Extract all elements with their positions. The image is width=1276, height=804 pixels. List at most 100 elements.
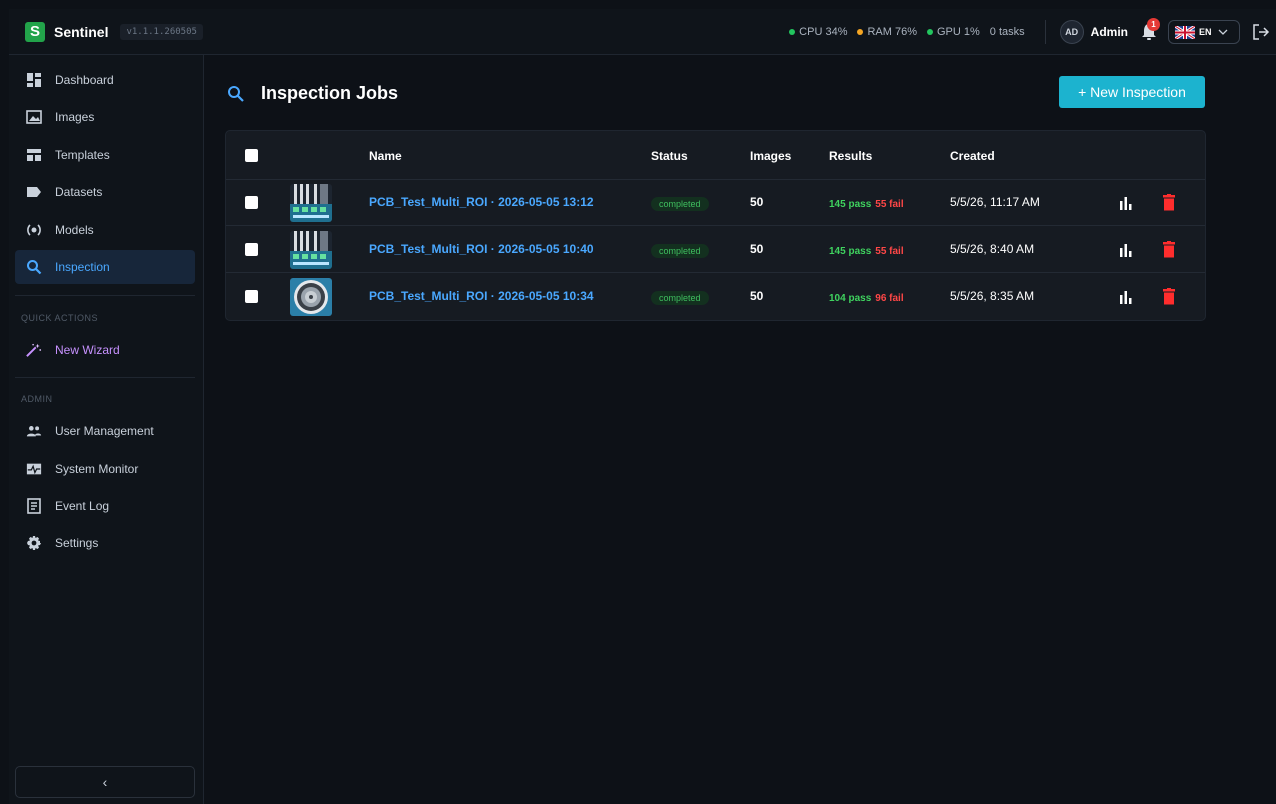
sidebar-item-new-wizard[interactable]: New Wizard (15, 333, 195, 367)
page-title: Inspection Jobs (227, 83, 398, 104)
column-header-created[interactable]: Created (950, 149, 995, 163)
table-row[interactable]: PCB_Test_Multi_ROI · 2026-05-05 13:12 co… (226, 180, 1205, 226)
tasks-count: 0 tasks (989, 26, 1025, 38)
gpu-status-dot (927, 29, 933, 35)
new-inspection-button[interactable]: + New Inspection (1059, 76, 1205, 108)
column-header-name[interactable]: Name (369, 149, 402, 163)
fail-count: 96 fail (875, 293, 904, 304)
images-count: 50 (750, 289, 764, 303)
view-results-button[interactable] (1119, 289, 1133, 305)
view-results-button[interactable] (1119, 195, 1133, 211)
sidebar-item-label: Datasets (55, 185, 103, 199)
chevron-left-icon: ‹ (102, 774, 108, 790)
cpu-status-dot (789, 29, 796, 35)
job-thumbnail (290, 278, 332, 316)
trash-icon (1163, 241, 1175, 258)
table-row[interactable]: PCB_Test_Multi_ROI · 2026-05-05 10:34 co… (226, 274, 1205, 320)
sidebar-item-images[interactable]: Images (15, 100, 195, 134)
sidebar-item-system-monitor[interactable]: System Monitor (15, 452, 195, 486)
page-title-text: Inspection Jobs (261, 83, 399, 103)
status-badge: completed (651, 291, 709, 305)
app-name: Sentinel (54, 23, 109, 40)
ram-status-dot (857, 29, 864, 35)
notification-badge: 1 (1147, 18, 1160, 31)
dashboard-icon (26, 72, 42, 88)
created-date: 5/5/26, 11:17 AM (950, 195, 1040, 209)
app-logo[interactable]: S (25, 21, 45, 42)
chevron-down-icon (1218, 29, 1227, 35)
sidebar-item-settings[interactable]: Settings (15, 526, 195, 560)
row-checkbox[interactable] (245, 243, 258, 256)
job-name-link[interactable]: PCB_Test_Multi_ROI · 2026-05-05 13:12 (369, 195, 594, 209)
delete-button[interactable] (1163, 194, 1177, 211)
divider (1044, 20, 1046, 44)
users-icon (26, 423, 42, 439)
pass-count: 145 pass (829, 246, 872, 257)
language-code: EN (1199, 27, 1212, 37)
language-select[interactable]: EN (1168, 20, 1240, 44)
row-checkbox[interactable] (245, 196, 258, 209)
sidebar-item-label: Dashboard (55, 73, 114, 87)
divider (15, 295, 195, 296)
gear-icon (26, 535, 42, 551)
job-thumbnail (290, 184, 332, 222)
table-header: Name Status Images Results Created (226, 131, 1205, 180)
bar-chart-icon (1120, 244, 1132, 257)
sidebar-item-label: Inspection (55, 260, 110, 274)
job-name-link[interactable]: PCB_Test_Multi_ROI · 2026-05-05 10:40 (369, 242, 594, 256)
column-header-results[interactable]: Results (829, 149, 872, 163)
column-header-status[interactable]: Status (651, 149, 688, 163)
cpu-stat: CPU 34% (789, 26, 847, 38)
table-row[interactable]: PCB_Test_Multi_ROI · 2026-05-05 10:40 co… (226, 227, 1205, 273)
search-icon (228, 85, 244, 102)
job-name-link[interactable]: PCB_Test_Multi_ROI · 2026-05-05 10:34 (369, 289, 594, 303)
trash-icon (1163, 288, 1175, 305)
status-badge: completed (651, 197, 709, 211)
job-thumbnail (290, 231, 332, 269)
avatar[interactable]: AD (1059, 20, 1084, 44)
sidebar-item-label: Event Log (55, 499, 110, 513)
ram-stat: RAM 76% (857, 26, 917, 38)
bar-chart-icon (1120, 197, 1132, 210)
monitor-icon (26, 461, 42, 477)
sidebar-item-models[interactable]: Models (15, 213, 195, 247)
row-checkbox[interactable] (245, 290, 258, 303)
images-count: 50 (750, 195, 764, 209)
results-summary: 104 pass 96 fail (829, 290, 904, 304)
sidebar-item-event-log[interactable]: Event Log (15, 489, 195, 523)
sidebar-item-user-management[interactable]: User Management (15, 414, 195, 448)
pass-count: 145 pass (829, 199, 872, 210)
notification-bell[interactable]: 1 (1140, 18, 1160, 42)
fail-count: 55 fail (875, 199, 904, 210)
select-all-checkbox[interactable] (245, 149, 258, 162)
cpu-stat-label: CPU 34% (799, 26, 848, 38)
sidebar-item-datasets[interactable]: Datasets (15, 175, 195, 209)
delete-button[interactable] (1163, 241, 1177, 258)
sidebar-item-label: Templates (55, 148, 110, 162)
gpu-stat-label: GPU 1% (937, 26, 980, 38)
version-badge: v1.1.1.260505 (120, 23, 203, 40)
sidebar-item-inspection[interactable]: Inspection (15, 250, 195, 284)
bar-chart-icon (1120, 291, 1132, 304)
fail-count: 55 fail (875, 246, 904, 257)
jobs-table: Name Status Images Results Created PCB_T… (225, 130, 1206, 321)
view-results-button[interactable] (1119, 242, 1133, 258)
images-count: 50 (750, 242, 764, 256)
sidebar: Dashboard Images Templates Datasets Mode… (9, 55, 204, 804)
status-badge: completed (651, 244, 709, 258)
sidebar-item-label: System Monitor (55, 462, 139, 476)
created-date: 5/5/26, 8:40 AM (950, 242, 1035, 256)
section-title-admin: ADMIN (21, 394, 53, 404)
user-name[interactable]: Admin (1091, 25, 1128, 39)
sidebar-item-templates[interactable]: Templates (15, 138, 195, 172)
ram-stat-label: RAM 76% (867, 26, 917, 38)
trash-icon (1163, 194, 1175, 211)
delete-button[interactable] (1163, 288, 1177, 305)
logout-icon (1253, 24, 1270, 40)
sidebar-item-dashboard[interactable]: Dashboard (15, 63, 195, 97)
collapse-sidebar-button[interactable]: ‹ (15, 766, 195, 798)
column-header-images[interactable]: Images (750, 149, 791, 163)
logout-button[interactable] (1252, 23, 1270, 41)
top-bar: S Sentinel v1.1.1.260505 CPU 34% RAM 76%… (9, 9, 1276, 55)
models-icon (26, 222, 42, 238)
